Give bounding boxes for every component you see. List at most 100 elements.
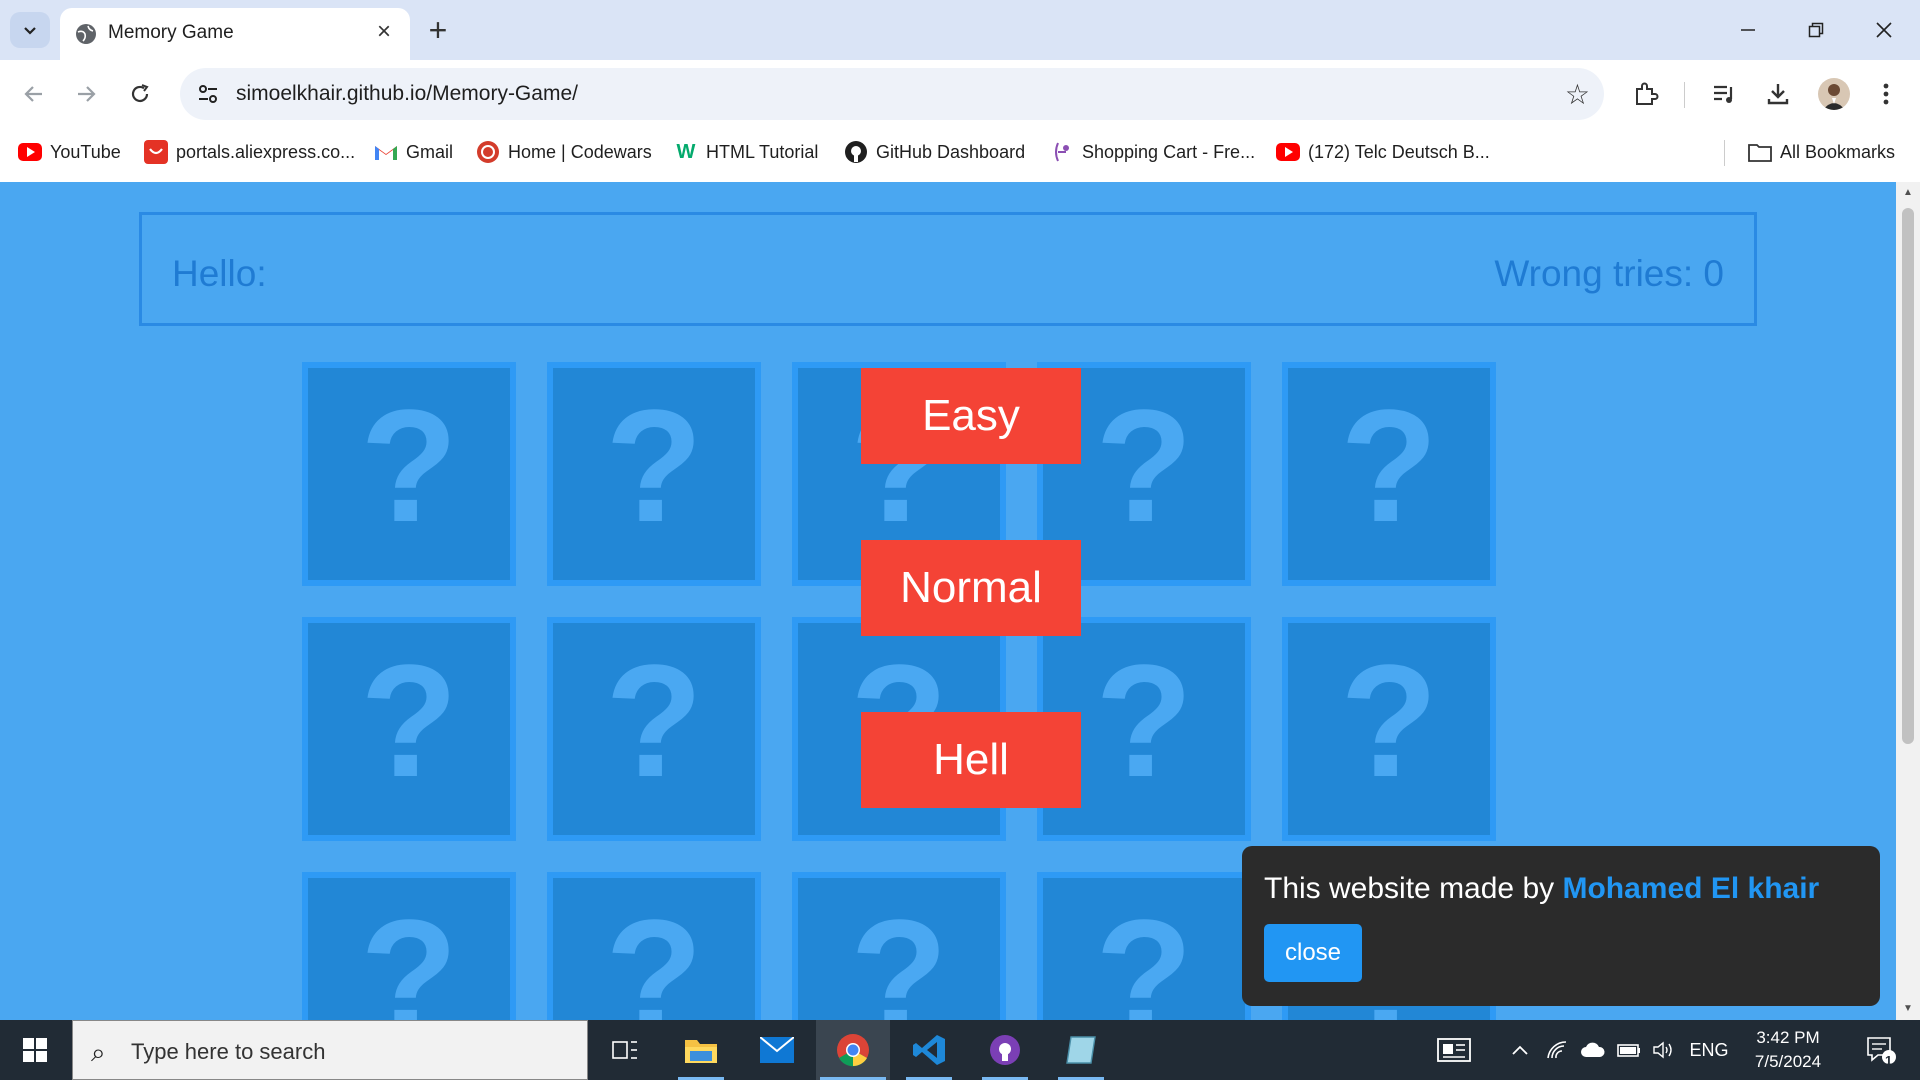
extensions-button[interactable]	[1628, 76, 1664, 112]
all-bookmarks-label: All Bookmarks	[1780, 141, 1896, 162]
question-mark: ?	[1095, 886, 1193, 1021]
restore-button[interactable]	[1782, 0, 1850, 60]
notes-app[interactable]	[1044, 1020, 1118, 1080]
memory-card[interactable]: ?	[1282, 617, 1496, 841]
tab-memory-game[interactable]: Memory Game ×	[60, 8, 410, 60]
easy-button[interactable]: Easy	[861, 368, 1081, 464]
bookmark-shopping-cart[interactable]: Shopping Cart - Fre...	[1050, 140, 1255, 164]
bookmark-html-tutorial[interactable]: W HTML Tutorial	[674, 140, 819, 164]
media-controls-button[interactable]	[1706, 76, 1742, 112]
address-bar[interactable]: simoelkhair.github.io/Memory-Game/ ☆	[180, 68, 1604, 120]
memory-card[interactable]: ?	[547, 872, 761, 1020]
question-mark: ?	[605, 376, 703, 555]
bookmark-label: Home | Codewars	[508, 141, 652, 162]
puzzle-icon	[1636, 82, 1659, 105]
question-mark: ?	[605, 886, 703, 1021]
bookmarks-bar: YouTube portals.aliexpress.co... Gmail H…	[0, 130, 1920, 174]
tab-search-button[interactable]	[10, 12, 50, 48]
youtube-icon	[1276, 140, 1300, 164]
profile-avatar[interactable]	[1818, 78, 1850, 110]
hell-button[interactable]: Hell	[861, 712, 1081, 808]
tab-bar: Memory Game × +	[0, 0, 1920, 60]
scroll-down-arrow[interactable]: ▼	[1901, 1002, 1915, 1016]
memory-card[interactable]: ?	[1282, 362, 1496, 586]
close-popup-button[interactable]: close	[1264, 924, 1362, 982]
reload-button[interactable]	[120, 74, 160, 114]
cloud-icon	[1581, 1042, 1605, 1057]
memory-card[interactable]: ?	[1037, 872, 1251, 1020]
new-tab-button[interactable]: +	[420, 12, 456, 48]
bookmark-gmail[interactable]: Gmail	[374, 140, 453, 164]
close-tab-icon[interactable]: ×	[370, 18, 398, 46]
all-bookmarks-button[interactable]: All Bookmarks	[1748, 140, 1895, 164]
back-button[interactable]	[14, 74, 54, 114]
bookmark-github-dashboard[interactable]: GitHub Dashboard	[844, 140, 1025, 164]
memory-card[interactable]: ?	[302, 617, 516, 841]
memory-card[interactable]: ?	[792, 872, 1006, 1020]
arrow-right-icon	[78, 86, 96, 102]
tab-title: Memory Game	[108, 22, 234, 43]
battery-status[interactable]	[1614, 1020, 1644, 1080]
page-scrollbar[interactable]: ▲ ▼	[1896, 182, 1920, 1020]
bookmark-label: portals.aliexpress.co...	[176, 141, 356, 162]
memory-card[interactable]: ?	[302, 362, 516, 586]
vscode-app[interactable]	[892, 1020, 966, 1080]
chevron-down-icon	[24, 27, 36, 35]
memory-card[interactable]: ?	[547, 362, 761, 586]
mail-app[interactable]	[740, 1020, 814, 1080]
site-info-icon[interactable]	[196, 82, 220, 106]
speaker-icon	[1653, 1041, 1672, 1059]
windows-icon	[23, 1038, 47, 1062]
onedrive-status[interactable]	[1578, 1020, 1608, 1080]
task-view-button[interactable]	[588, 1020, 662, 1080]
show-hidden-icons[interactable]	[1506, 1020, 1534, 1080]
news-widget[interactable]	[1432, 1020, 1476, 1080]
forward-button[interactable]	[66, 74, 106, 114]
close-icon	[1876, 22, 1892, 38]
folder-icon	[685, 1040, 717, 1063]
close-window-button[interactable]	[1850, 0, 1918, 60]
question-mark: ?	[1340, 631, 1438, 810]
more-vertical-icon	[1883, 83, 1889, 105]
bookmark-aliexpress[interactable]: portals.aliexpress.co...	[144, 140, 355, 164]
info-container: Hello: Wrong tries: 0	[139, 212, 1757, 326]
url-text[interactable]: simoelkhair.github.io/Memory-Game/	[236, 82, 578, 106]
volume-control[interactable]	[1648, 1020, 1678, 1080]
network-status[interactable]	[1542, 1020, 1572, 1080]
bookmark-label: Gmail	[406, 141, 454, 162]
github-icon	[844, 140, 868, 164]
notepad-icon	[1066, 1036, 1096, 1064]
minimize-button[interactable]	[1714, 0, 1782, 60]
news-icon	[1437, 1038, 1471, 1062]
normal-button[interactable]: Normal	[861, 540, 1081, 636]
youtube-icon	[18, 140, 42, 164]
input-language[interactable]: ENG	[1684, 1020, 1734, 1080]
chrome-app[interactable]	[816, 1020, 890, 1080]
system-clock[interactable]: 3:42 PM 7/5/2024	[1738, 1026, 1838, 1074]
memory-card[interactable]: ?	[302, 872, 516, 1020]
bookmark-label: HTML Tutorial	[706, 141, 819, 162]
notification-center[interactable]: 1	[1856, 1020, 1906, 1080]
bookmark-star-icon[interactable]: ☆	[1565, 78, 1590, 111]
taskbar-search[interactable]: ⌕ Type here to search	[72, 1020, 588, 1080]
credits-message: This website made by Mohamed El khair	[1264, 872, 1819, 906]
start-button[interactable]	[0, 1020, 70, 1080]
downloads-button[interactable]	[1760, 76, 1796, 112]
battery-icon	[1617, 1044, 1640, 1057]
question-mark: ?	[1340, 376, 1438, 555]
bookmark-codewars[interactable]: Home | Codewars	[476, 140, 652, 164]
browser-menu-button[interactable]	[1868, 76, 1904, 112]
scroll-up-arrow[interactable]: ▲	[1901, 186, 1915, 200]
bookmark-youtube[interactable]: YouTube	[18, 140, 121, 164]
bookmark-telc-deutsch[interactable]: (172) Telc Deutsch B...	[1276, 140, 1490, 164]
aliexpress-icon	[144, 140, 168, 164]
question-mark: ?	[850, 886, 948, 1021]
github-desktop-app[interactable]	[968, 1020, 1042, 1080]
search-placeholder: Type here to search	[131, 1039, 326, 1064]
file-explorer-app[interactable]	[664, 1020, 738, 1080]
bookmarks-divider	[1724, 140, 1725, 166]
arrow-left-icon	[24, 86, 42, 102]
memory-card[interactable]: ?	[547, 617, 761, 841]
scroll-thumb[interactable]	[1902, 208, 1914, 744]
playlist-icon	[1714, 85, 1733, 103]
